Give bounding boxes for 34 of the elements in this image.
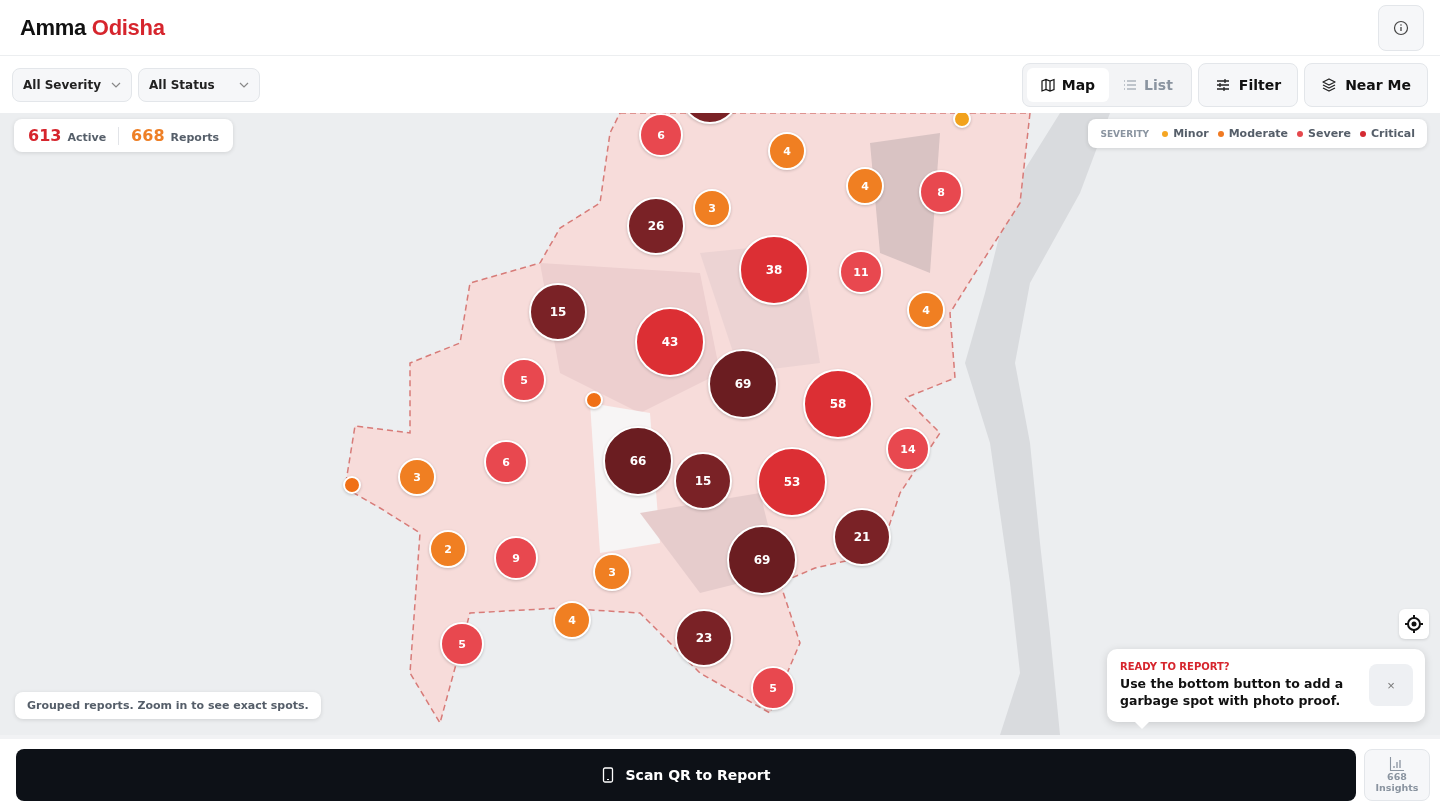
chevron-down-icon [238,81,249,88]
info-icon [1393,19,1409,36]
reports-label: Reports [170,131,220,144]
legend-title: SEVERITY [1100,128,1150,139]
map-icon [1040,77,1055,92]
legend-label: Minor [1173,127,1209,140]
filter-dropdown[interactable]: All Severity [12,67,133,102]
legend-label: Severe [1308,127,1351,140]
layers-icon [1321,76,1338,93]
tooltip-title: READY TO REPORT? [1120,661,1231,672]
active-label: Active [67,131,107,144]
legend-label: Moderate [1228,127,1289,140]
close-button[interactable]: × [1369,664,1413,707]
scan-qr-button[interactable]: Scan QR to Report [16,748,1356,801]
reports-count: 668 [131,126,165,145]
legend-label: Critical [1371,127,1415,140]
tooltip-message: Use the bottom button to add a garbage spot with photo proof. [1120,676,1345,710]
bar-chart-icon [1389,755,1405,772]
list-icon [1123,77,1138,92]
info-button[interactable] [1378,4,1424,51]
filter-button[interactable]: Filter [1197,62,1299,107]
near-me-button[interactable]: Near Me [1304,62,1428,107]
insights-button[interactable]: 668 Insights [1364,748,1430,801]
filter-dropdown[interactable]: All Status [138,67,260,102]
view-tab[interactable]: List [1109,67,1187,102]
view-tab[interactable]: Map [1026,67,1110,102]
locate-button[interactable] [1399,609,1429,639]
crosshair-icon [1404,614,1424,634]
map-hint: Grouped reports. Zoom in to see exact spots. [15,692,321,719]
active-count: 613 [28,126,62,145]
sliders-icon [1214,76,1231,93]
phone-icon [601,766,614,783]
app-title: Amma Odisha [20,14,165,41]
chevron-down-icon [111,81,122,88]
